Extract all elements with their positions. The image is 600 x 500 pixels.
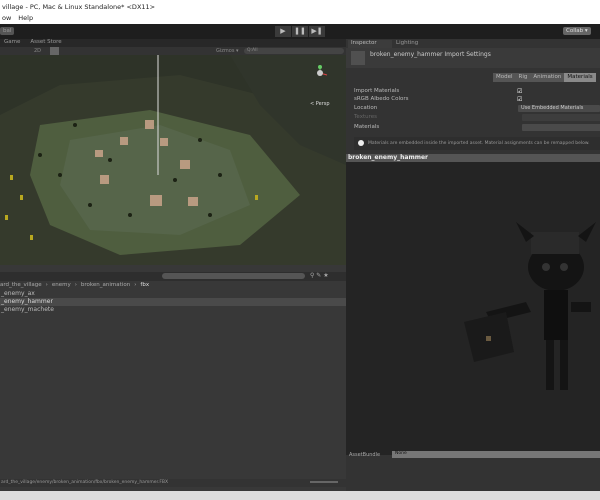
scene-tabs: Game Asset Store [0,39,346,47]
window-title: village - PC, Mac & Linux Standalone* <D… [0,0,600,13]
header-title: broken_enemy_hammer Import Settings [370,51,491,58]
crumb[interactable]: fbx [140,282,149,289]
scene-search[interactable]: Q:All [244,48,344,54]
textures-label: Textures [354,114,377,120]
preview-title: broken_enemy_hammer [346,154,600,162]
crumb[interactable]: enemy [52,282,71,289]
info-box: Materials are embedded inside the import… [354,137,600,150]
step-button[interactable]: ▶❚ [309,26,325,37]
inspector-panel: Inspector Lighting broken_enemy_hammer I… [346,39,600,491]
icon-size-slider[interactable] [310,481,338,483]
import-tabs: Model Rig Animation Materials [493,73,596,82]
menu-bar: ow Help [0,13,600,24]
tab-lighting[interactable]: Lighting [396,40,418,46]
tab-materials[interactable]: Materials [564,73,596,82]
location-dropdown[interactable]: Use Embedded Materials [518,105,600,112]
asset-icon [351,51,365,65]
breadcrumb: ard_the_village › enemy › broken_animation… [0,282,150,289]
global-toggle[interactable]: bal [0,27,15,35]
project-panel: ⚲ ✎ ★ ard_the_village › enemy › broken_ani… [0,265,346,491]
project-search[interactable] [162,273,305,279]
tab-model[interactable]: Model [493,73,516,82]
tab-rig[interactable]: Rig [515,73,531,82]
srgb-label: sRGB Albedo Colors [354,96,409,102]
import-materials-label: Import Materials [354,88,400,94]
lighting-toggle[interactable] [50,47,59,55]
inspector-header: broken_enemy_hammer Import Settings [346,48,600,68]
2d-toggle[interactable]: 2D [34,48,41,54]
import-materials-checkbox[interactable]: ☑ [517,88,522,95]
menu-help[interactable]: Help [18,14,33,23]
gizmos-dropdown[interactable]: Gizmos ▾ [216,48,239,54]
assetbundle-dropdown[interactable]: None [392,451,600,458]
play-controls: ▶ ❚❚ ▶❚ [275,26,325,37]
materials-label: Materials [354,124,380,130]
asset-path: ard_the_village/enemy/broken_animation/f… [0,479,346,487]
crumb[interactable]: broken_animation [81,282,130,289]
terrain-render [0,55,346,265]
list-item[interactable]: _enemy_machete [0,306,346,314]
tab-animation[interactable]: Animation [530,73,565,82]
project-toolbar: ⚲ ✎ ★ [0,272,346,281]
status-bar [0,491,600,500]
info-icon [358,140,364,146]
main-toolbar: bal ▶ ❚❚ ▶❚ Collab ▾ [0,24,600,39]
model-preview[interactable] [346,162,600,455]
collab-button[interactable]: Collab ▾ [563,27,591,35]
textures-field[interactable] [522,114,600,121]
menu-window[interactable]: ow [2,14,11,23]
assetbundle-label: AssetBundle [349,452,381,458]
pause-button[interactable]: ❚❚ [292,26,308,37]
tab-asset-store[interactable]: Asset Store [30,39,61,47]
scene-toolbar: 2D Gizmos ▾ Q:All [0,47,346,55]
list-item[interactable]: _enemy_hammer [0,298,346,306]
list-item[interactable]: _enemy_ax [0,290,346,298]
skeleton-model-render [464,222,596,390]
tab-game[interactable]: Game [4,39,20,47]
persp-label[interactable]: < Persp [310,101,330,107]
location-label: Location [354,105,378,111]
orientation-gizmo[interactable] [312,65,328,81]
play-button[interactable]: ▶ [275,26,291,37]
scene-view[interactable]: < Persp [0,55,346,265]
tab-inspector[interactable]: Inspector [348,40,392,48]
info-text: Materials are embedded inside the import… [368,141,590,146]
srgb-checkbox[interactable]: ☑ [517,96,522,103]
filter-icons[interactable]: ⚲ ✎ ★ [310,272,329,279]
materials-field[interactable] [522,124,600,131]
crumb[interactable]: ard_the_village [0,282,42,289]
